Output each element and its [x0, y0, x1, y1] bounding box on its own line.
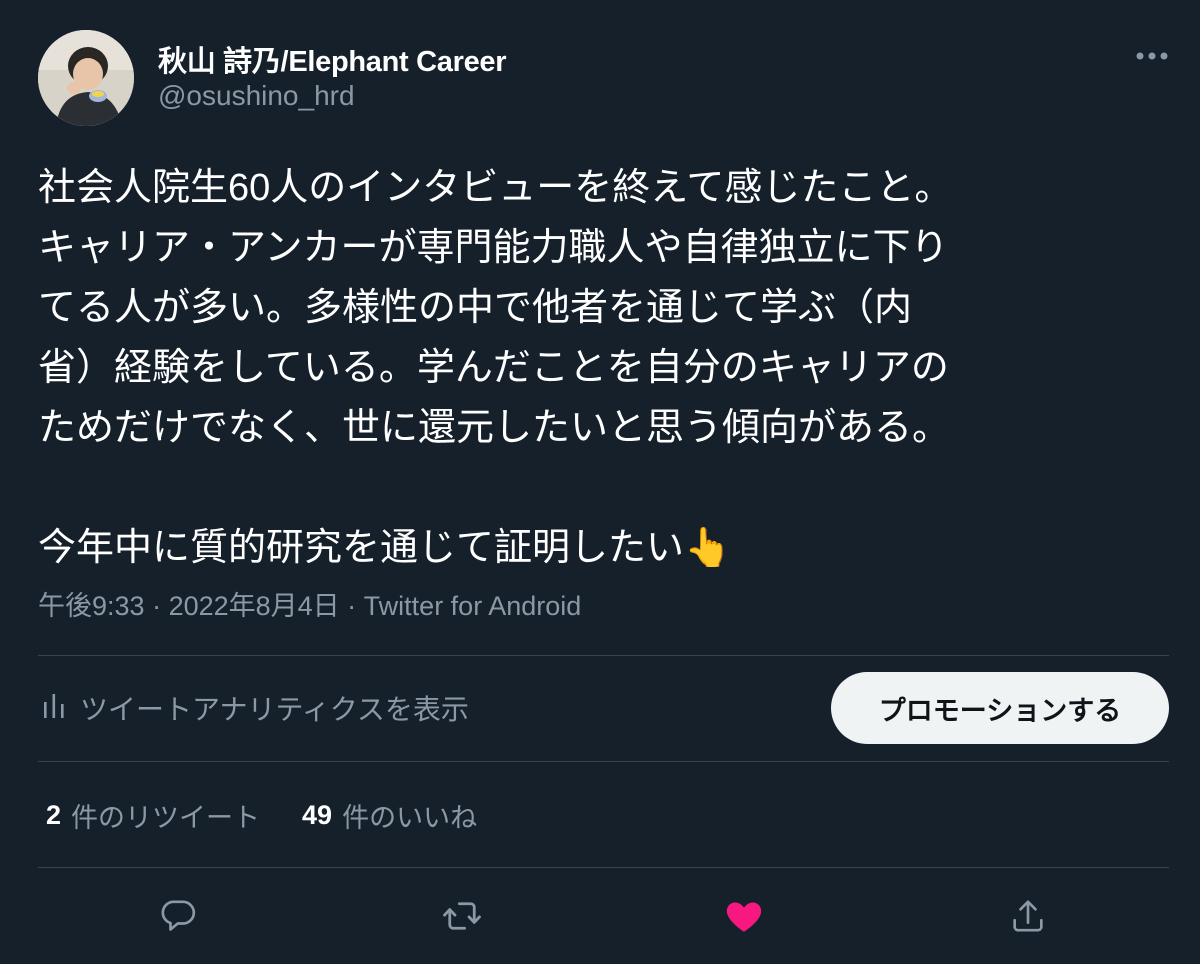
meta-separator: · [339, 591, 364, 621]
like-count-number: 49 [302, 799, 333, 830]
reply-icon[interactable] [152, 890, 204, 942]
avatar-image [38, 30, 134, 126]
tweet-line: 今年中に質的研究を通じて証明したい👆 [38, 527, 732, 569]
display-name[interactable]: 秋山 詩乃/Elephant Career [158, 38, 507, 80]
tweet-line: 社会人院生60人のインタビューを終えて感じたこと。 [38, 167, 953, 209]
share-icon[interactable] [1002, 890, 1054, 942]
retweet-count-number: 2 [46, 799, 62, 830]
more-options-icon[interactable] [1130, 40, 1174, 72]
promote-button[interactable]: プロモーションする [831, 672, 1169, 744]
tweet-date[interactable]: 2022年8月4日 [169, 591, 340, 621]
retweet-icon[interactable] [436, 890, 488, 942]
divider [38, 867, 1169, 868]
view-analytics-link[interactable]: ツイートアナリティクスを表示 [42, 690, 469, 726]
tweet-stats: 2 件のリツイート 49 件のいいね [46, 797, 477, 833]
divider [38, 761, 1169, 762]
tweet-source[interactable]: Twitter for Android [364, 591, 582, 621]
tweet-text: 社会人院生60人のインタビューを終えて感じたこと。 キャリア・アンカーが専門能力… [38, 158, 1158, 578]
tweet-line: ためだけでなく、世に還元したいと思う傾向がある。 [38, 407, 951, 449]
tweet-meta: 午後9:33 · 2022年8月4日 · Twitter for Android [38, 584, 581, 623]
retweet-count-label: 件のリツイート [71, 802, 261, 833]
avatar[interactable] [38, 30, 134, 126]
action-bar [0, 890, 1200, 942]
handle[interactable]: @osushino_hrd [158, 80, 355, 112]
meta-separator: · [144, 591, 169, 621]
tweet-time[interactable]: 午後9:33 [38, 591, 145, 621]
tweet-line: てる人が多い。多様性の中で他者を通じて学ぶ（内 [38, 287, 913, 329]
heart-icon[interactable] [718, 890, 770, 942]
analytics-label: ツイートアナリティクスを表示 [80, 694, 469, 725]
like-count[interactable]: 49 件のいいね [302, 796, 477, 835]
retweet-count[interactable]: 2 件のリツイート [46, 796, 260, 835]
tweet-line: キャリア・アンカーが専門能力職人や自律独立に下り [38, 227, 949, 269]
divider [38, 655, 1169, 656]
tweet-line: 省）経験をしている。学んだことを自分のキャリアの [38, 347, 949, 389]
paragraph-break [38, 458, 1158, 518]
like-count-label: 件のいいね [342, 802, 478, 833]
bar-chart-icon [42, 690, 66, 727]
